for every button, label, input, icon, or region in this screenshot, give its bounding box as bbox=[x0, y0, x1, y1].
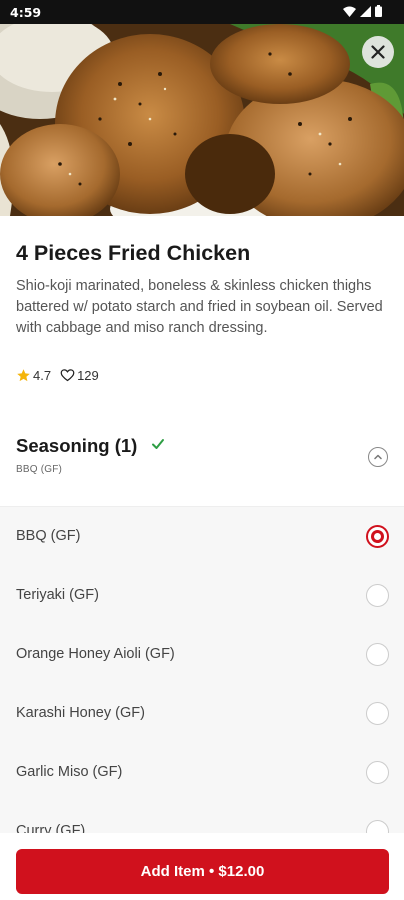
option-teriyaki[interactable]: Teriyaki (GF) bbox=[0, 566, 404, 625]
radio-button[interactable] bbox=[366, 820, 389, 833]
radio-button[interactable] bbox=[366, 761, 389, 784]
option-label: Karashi Honey (GF) bbox=[16, 705, 145, 721]
option-curry[interactable]: Curry (GF) bbox=[0, 802, 404, 833]
checkmark-icon bbox=[152, 439, 164, 449]
likes[interactable]: 129 bbox=[60, 368, 99, 383]
battery-icon bbox=[375, 5, 382, 17]
option-label: Orange Honey Aioli (GF) bbox=[16, 646, 175, 662]
item-description: Shio-koji marinated, boneless & skinless… bbox=[16, 278, 383, 336]
option-karashi-honey[interactable]: Karashi Honey (GF) bbox=[0, 684, 404, 743]
add-item-button[interactable]: Add Item • $12.00 bbox=[16, 849, 389, 894]
radio-selected[interactable] bbox=[366, 525, 389, 548]
close-icon bbox=[371, 45, 385, 59]
star-icon bbox=[17, 369, 30, 382]
option-label: Curry (GF) bbox=[16, 823, 86, 833]
radio-button[interactable] bbox=[366, 584, 389, 607]
option-label: BBQ (GF) bbox=[16, 528, 81, 544]
seasoning-options: BBQ (GF) Teriyaki (GF) Orange Honey Aiol… bbox=[0, 506, 404, 833]
status-icons bbox=[343, 5, 382, 17]
signal-icon bbox=[360, 5, 371, 17]
seasoning-section-header[interactable]: Seasoning (1) BBQ (GF) bbox=[0, 420, 404, 506]
option-label: Garlic Miso (GF) bbox=[16, 764, 123, 780]
rating-value: 4.7 bbox=[33, 368, 52, 383]
status-bar: 4:59 bbox=[0, 0, 404, 24]
collapse-button[interactable] bbox=[368, 447, 388, 467]
option-orange-honey-aioli[interactable]: Orange Honey Aioli (GF) bbox=[0, 625, 404, 684]
footer: Add Item • $12.00 bbox=[0, 833, 404, 900]
item-meta: 4.7 129 bbox=[16, 368, 99, 383]
food-image bbox=[0, 24, 404, 216]
chevron-up-icon bbox=[374, 454, 382, 460]
heart-icon bbox=[60, 369, 75, 382]
option-label: Teriyaki (GF) bbox=[16, 587, 99, 603]
radio-button[interactable] bbox=[366, 702, 389, 725]
likes-count: 129 bbox=[77, 368, 99, 383]
radio-button[interactable] bbox=[366, 643, 389, 666]
section-subtitle: BBQ (GF) bbox=[16, 464, 63, 475]
option-garlic-miso[interactable]: Garlic Miso (GF) bbox=[0, 743, 404, 802]
status-time: 4:59 bbox=[10, 5, 42, 20]
option-bbq[interactable]: BBQ (GF) bbox=[0, 507, 404, 566]
item-title: 4 Pieces Fried Chicken bbox=[16, 241, 251, 265]
wifi-icon bbox=[343, 6, 356, 17]
close-button[interactable] bbox=[362, 36, 394, 68]
section-title: Seasoning (1) bbox=[16, 435, 138, 456]
rating: 4.7 bbox=[16, 368, 51, 383]
